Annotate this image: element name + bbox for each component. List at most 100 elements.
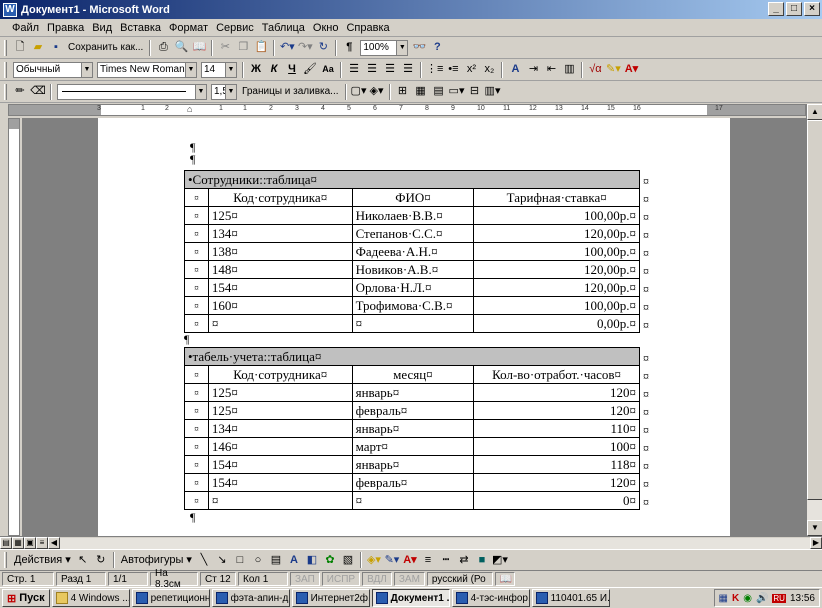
underline-icon[interactable]: Ч bbox=[284, 61, 300, 79]
text-color-icon[interactable]: A▾ bbox=[402, 551, 418, 569]
employees-table-cell[interactable]: ¤ bbox=[184, 260, 209, 279]
help-icon[interactable]: ? bbox=[429, 39, 445, 57]
status-record[interactable]: ЗАП bbox=[290, 572, 320, 586]
timesheet-table-cell[interactable]: март¤ bbox=[351, 437, 475, 456]
paste-icon[interactable]: 📋 bbox=[253, 39, 269, 57]
wordart-icon[interactable]: A bbox=[286, 551, 302, 569]
timesheet-table-cell[interactable]: ¤ bbox=[351, 491, 475, 510]
taskbar-item[interactable]: Интернет2ф... bbox=[291, 589, 370, 607]
refresh-icon[interactable]: ↻ bbox=[315, 39, 331, 57]
timesheet-table-cell[interactable]: ¤ bbox=[184, 419, 209, 438]
formula-icon[interactable]: √α bbox=[587, 61, 603, 79]
employees-table-cell[interactable]: ¤ bbox=[184, 206, 209, 225]
bold-icon[interactable]: Ж bbox=[248, 61, 264, 79]
cut-icon[interactable]: ✂ bbox=[217, 39, 233, 57]
split-cells-icon[interactable]: ▤ bbox=[431, 83, 447, 101]
timesheet-table-cell[interactable]: ¤ bbox=[184, 473, 209, 492]
line-color-icon[interactable]: ✎▾ bbox=[384, 551, 400, 569]
timesheet-table-cell[interactable]: ¤ bbox=[184, 401, 209, 420]
minimize-button[interactable]: _ bbox=[768, 2, 784, 16]
close-button[interactable]: × bbox=[804, 2, 820, 16]
employees-table-cell[interactable]: ¤ bbox=[184, 314, 209, 333]
outdent-icon[interactable]: ⇤ bbox=[543, 61, 559, 79]
line-style-combo[interactable]: ▼ bbox=[57, 83, 207, 100]
chevron-down-icon[interactable]: ▼ bbox=[81, 62, 92, 77]
employees-table-cell[interactable]: 154¤ bbox=[207, 278, 353, 297]
employees-table-cell[interactable]: 138¤ bbox=[207, 242, 353, 261]
new-document-icon[interactable]: 🗋 bbox=[12, 39, 28, 57]
employees-table-cell[interactable]: Новиков·А.В.¤ bbox=[351, 260, 475, 279]
dash-style-icon[interactable]: ┅ bbox=[438, 551, 454, 569]
horizontal-scrollbar[interactable]: ▤ ▦ ▣ ≡ ◀ ▶ bbox=[0, 536, 822, 549]
vertical-scrollbar[interactable]: ▲ ▼ bbox=[806, 104, 822, 536]
timesheet-table-cell[interactable]: 100¤ bbox=[473, 437, 640, 456]
employees-table-cell[interactable]: 120,00р.¤ bbox=[473, 224, 640, 243]
menu-tools[interactable]: Сервис bbox=[212, 22, 258, 34]
chevron-down-icon[interactable]: ▼ bbox=[195, 84, 206, 99]
insert-table-icon[interactable]: ⊞ bbox=[395, 83, 411, 101]
menu-format[interactable]: Формат bbox=[165, 22, 212, 34]
employees-table-cell[interactable]: ¤ bbox=[184, 242, 209, 261]
employees-table-header-cell[interactable]: ФИО¤ bbox=[351, 188, 475, 207]
timesheet-table-header-cell[interactable]: Кол-во·отработ.·часов¤ bbox=[473, 365, 640, 384]
tray-network-icon[interactable]: ▦ bbox=[719, 593, 728, 604]
horizontal-ruler[interactable]: 3 ⌂ 1 2 1 1 2 3 4 5 6 7 8 9 10 11 12 13 … bbox=[8, 104, 806, 116]
scroll-right-icon[interactable]: ▶ bbox=[810, 537, 822, 549]
tray-shield-icon[interactable]: ◉ bbox=[743, 593, 752, 604]
select-objects-icon[interactable]: ↖ bbox=[75, 551, 91, 569]
align-center-icon[interactable]: ☰ bbox=[364, 61, 380, 79]
subscript-icon[interactable]: x₂ bbox=[481, 61, 497, 79]
scroll-thumb[interactable] bbox=[807, 120, 822, 500]
align-cell-icon[interactable]: ▭▾ bbox=[449, 83, 465, 101]
merge-cells-icon[interactable]: ▦ bbox=[413, 83, 429, 101]
status-language[interactable]: русский (Ро bbox=[426, 572, 493, 586]
employees-table-header-cell[interactable]: Код·сотрудника¤ bbox=[207, 188, 353, 207]
chevron-down-icon[interactable]: ▼ bbox=[185, 62, 196, 77]
save-as-button[interactable]: Сохранить как... bbox=[66, 39, 145, 57]
3d-icon[interactable]: ◩▾ bbox=[492, 551, 508, 569]
justify-icon[interactable]: ☰ bbox=[400, 61, 416, 79]
menu-table[interactable]: Таблица bbox=[258, 22, 309, 34]
status-track[interactable]: ИСПР bbox=[321, 572, 361, 586]
employees-table-cell[interactable]: ¤ bbox=[184, 296, 209, 315]
print-preview-icon[interactable]: 🔍 bbox=[173, 39, 189, 57]
employees-table-cell[interactable]: Фадеева·А.Н.¤ bbox=[351, 242, 475, 261]
taskbar-item[interactable]: 4 Windows ... bbox=[51, 589, 130, 607]
italic-icon[interactable]: К bbox=[266, 61, 282, 79]
timesheet-table-cell[interactable]: январь¤ bbox=[351, 383, 475, 402]
taskbar-item[interactable]: репетиционн... bbox=[131, 589, 210, 607]
pilcrow-toggle-icon[interactable]: ¶ bbox=[341, 39, 357, 57]
free-rotate-icon[interactable]: ↻ bbox=[93, 551, 109, 569]
align-right-icon[interactable]: ☰ bbox=[382, 61, 398, 79]
status-extend[interactable]: ВДЛ bbox=[362, 572, 392, 586]
highlight-text-icon[interactable]: Аа bbox=[320, 61, 336, 79]
line-width-combo[interactable]: 1,5 ▼ bbox=[211, 83, 237, 100]
chevron-down-icon[interactable]: ▼ bbox=[225, 62, 236, 77]
rectangle-tool-icon[interactable]: □ bbox=[232, 551, 248, 569]
tray-antivirus-icon[interactable]: K bbox=[732, 593, 739, 604]
scroll-up-icon[interactable]: ▲ bbox=[807, 104, 822, 120]
timesheet-table-cell[interactable]: 120¤ bbox=[473, 473, 640, 492]
employees-table-cell[interactable]: 0,00р.¤ bbox=[473, 314, 640, 333]
employees-table-cell[interactable]: 100,00р.¤ bbox=[473, 242, 640, 261]
open-folder-icon[interactable]: ▰ bbox=[30, 39, 46, 57]
hscroll-track[interactable] bbox=[60, 537, 810, 549]
timesheet-table-header-cell[interactable]: ¤ bbox=[184, 365, 209, 384]
employees-table-cell[interactable]: Трофимова·С.В.¤ bbox=[351, 296, 475, 315]
shadow-icon[interactable]: ■ bbox=[474, 551, 490, 569]
document-page[interactable]: ¶ ¶ •Сотрудники::таблица¤ ¤ Код·сотрудник… bbox=[98, 118, 730, 536]
employees-table-cell[interactable]: 100,00р.¤ bbox=[473, 296, 640, 315]
zoom-combo[interactable]: 100% ▼ bbox=[360, 39, 409, 56]
outline-view-icon[interactable]: ≡ bbox=[36, 537, 48, 549]
chevron-down-icon[interactable]: ▼ bbox=[396, 40, 408, 55]
timesheet-table[interactable]: •табель·учета::таблица¤ ¤ Код·сотрудника¤… bbox=[184, 347, 640, 510]
word-app-icon[interactable]: W bbox=[3, 2, 17, 17]
arrow-tool-icon[interactable]: ↘ bbox=[214, 551, 230, 569]
toolbar-grip[interactable] bbox=[4, 61, 7, 78]
start-button[interactable]: ⊞ Пуск bbox=[2, 589, 50, 607]
timesheet-table-header-cell[interactable]: месяц¤ bbox=[351, 365, 475, 384]
line-style-icon[interactable]: ≡ bbox=[420, 551, 436, 569]
toolbar-grip[interactable] bbox=[4, 39, 7, 56]
taskbar-item-active[interactable]: Документ1 ... bbox=[371, 589, 450, 607]
undo-icon[interactable]: ↶▾ bbox=[279, 39, 295, 57]
